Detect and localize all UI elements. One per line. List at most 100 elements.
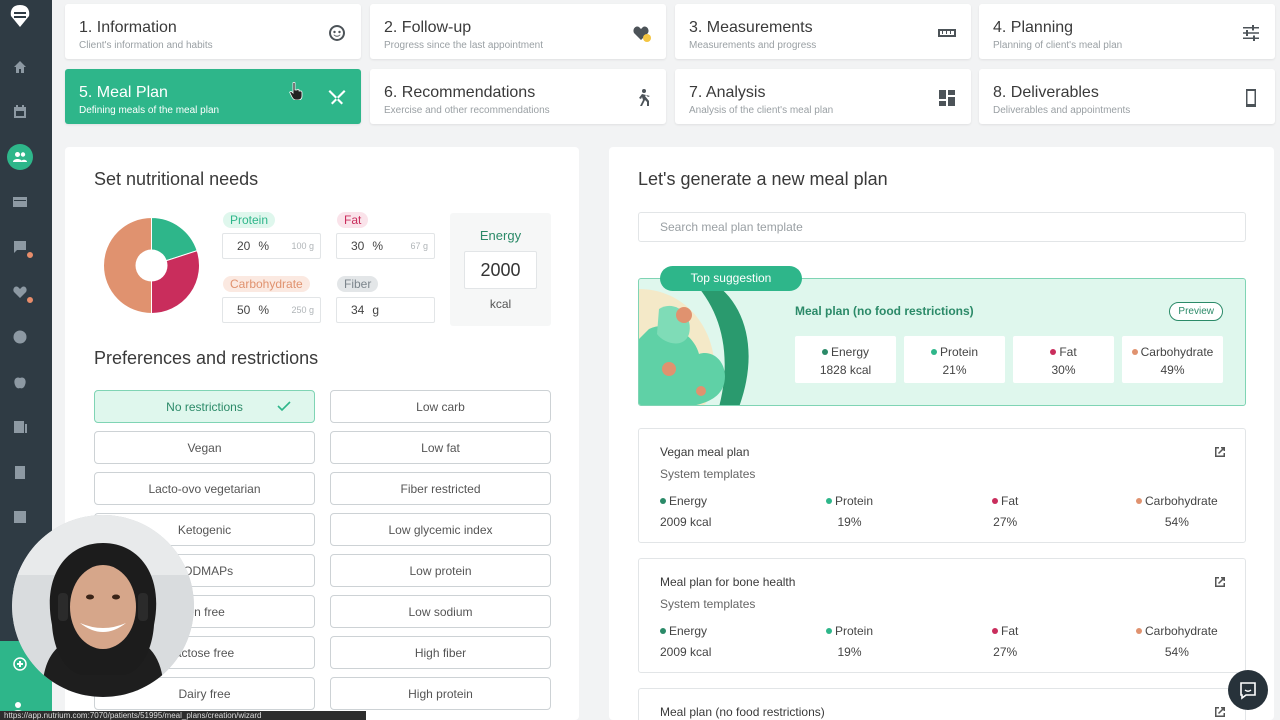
favorites-icon[interactable] — [10, 282, 35, 305]
step-title: 8. Deliverables — [993, 84, 1099, 101]
pref-low-glycemic-index[interactable]: Low glycemic index — [330, 513, 551, 546]
stat-value: 27% — [993, 515, 1018, 529]
pref-low-carb[interactable]: Low carb — [330, 390, 551, 423]
open-external-icon[interactable] — [1213, 445, 1227, 459]
step-subtitle: Progress since the last appointment — [384, 40, 543, 51]
stat-label: Energy — [669, 494, 708, 508]
document-icon[interactable] — [10, 507, 30, 527]
pref-high-fiber[interactable]: High fiber — [330, 636, 551, 669]
globe-icon[interactable] — [10, 327, 30, 347]
stat-label: Carbohydrate — [1140, 345, 1214, 359]
plan-stat-carbohydrate: Carbohydrate 54% — [1136, 621, 1218, 663]
protein-dot-icon — [930, 348, 937, 355]
calendar-icon[interactable] — [10, 102, 30, 122]
carbohydrate-dot-icon — [1131, 348, 1138, 355]
pref-label: Fiber restricted — [400, 481, 481, 496]
protein-grams: 100 g — [291, 241, 314, 251]
stat-label: Protein — [939, 345, 979, 359]
carbohydrate-label: Carbohydrate — [223, 276, 310, 292]
step-meal-plan[interactable]: 5. Meal Plan Defining meals of the meal … — [65, 69, 361, 124]
plan-card-bone-health[interactable]: Meal plan for bone health System templat… — [638, 558, 1246, 673]
pref-label: Vegan — [187, 440, 222, 455]
stat-value: 54% — [1164, 645, 1189, 659]
protein-dot-icon — [826, 627, 832, 634]
apple-icon[interactable] — [10, 372, 30, 392]
pref-low-fat[interactable]: Low fat — [330, 431, 551, 464]
phone-icon — [1240, 87, 1262, 109]
pref-label: Low glycemic index — [388, 522, 493, 537]
stat-value: 2009 kcal — [660, 645, 712, 659]
step-information[interactable]: 1. Information Client's information and … — [65, 4, 361, 59]
pref-no-restrictions[interactable]: No restrictions — [94, 390, 315, 423]
chat-icon — [1240, 682, 1256, 700]
energy-dot-icon — [660, 497, 666, 504]
home-icon[interactable] — [10, 57, 30, 77]
protein-input[interactable]: 20 % 100 g — [222, 233, 321, 259]
pref-label: Low protein — [409, 563, 472, 578]
plan-card-no-restrictions[interactable]: Meal plan (no food restrictions) — [638, 688, 1246, 720]
meal-plan-title: Let's generate a new meal plan — [638, 169, 888, 189]
nutrition-title: Set nutritional needs — [94, 169, 259, 189]
stat-label: Protein — [835, 624, 874, 638]
step-title: 1. Information — [79, 19, 177, 36]
plan-stat-energy: Energy 2009 kcal — [660, 621, 711, 663]
preferences-title: Preferences and restrictions — [94, 348, 319, 368]
fiber-unit: g — [372, 303, 380, 317]
fiber-input[interactable]: 34 g — [336, 297, 435, 323]
clipboard-icon[interactable] — [10, 462, 30, 482]
carbohydrate-dot-icon — [1136, 497, 1142, 504]
open-external-icon[interactable] — [1213, 705, 1227, 719]
messages-icon[interactable] — [10, 237, 35, 260]
pref-lacto-ovo-vegetarian[interactable]: Lacto-ovo vegetarian — [94, 472, 315, 505]
plan-card-vegan[interactable]: Vegan meal plan System templates Energy 2… — [638, 428, 1246, 543]
search-input[interactable]: Search meal plan template — [638, 212, 1246, 242]
stat-label: Fat — [1001, 494, 1019, 508]
percent-unit: % — [258, 239, 270, 253]
step-analysis[interactable]: 7. Analysis Analysis of the client's mea… — [675, 69, 971, 124]
pref-label: Dairy free — [178, 686, 231, 701]
stat-value: 1828 kcal — [819, 363, 872, 377]
pref-low-protein[interactable]: Low protein — [330, 554, 551, 587]
fat-grams: 67 g — [410, 241, 428, 251]
card-icon[interactable] — [10, 192, 30, 212]
energy-dot-icon — [821, 348, 828, 355]
ruler-icon — [936, 22, 958, 44]
open-external-icon[interactable] — [1213, 575, 1227, 589]
fat-dot-icon — [1050, 348, 1057, 355]
recipes-icon[interactable] — [10, 417, 30, 437]
pref-low-sodium[interactable]: Low sodium — [330, 595, 551, 628]
chat-button[interactable] — [1228, 670, 1268, 710]
pref-label: Low fat — [421, 440, 460, 455]
nutrium-logo-icon[interactable] — [6, 2, 34, 30]
step-recommendations[interactable]: 6. Recommendations Exercise and other re… — [370, 69, 666, 124]
webcam-overlay — [12, 515, 194, 697]
pref-high-protein[interactable]: High protein — [330, 677, 551, 710]
energy-input[interactable]: 2000 — [464, 251, 537, 289]
step-subtitle: Measurements and progress — [689, 40, 817, 51]
step-deliverables[interactable]: 8. Deliverables Deliverables and appoint… — [979, 69, 1275, 124]
clients-icon[interactable] — [7, 144, 33, 170]
top-suggestion-badge: Top suggestion — [660, 266, 802, 291]
pref-vegan[interactable]: Vegan — [94, 431, 315, 464]
step-planning[interactable]: 4. Planning Planning of client's meal pl… — [979, 4, 1275, 59]
step-subtitle: Client's information and habits — [79, 40, 213, 51]
carbohydrate-grams: 250 g — [291, 305, 314, 315]
stat-value: 2009 kcal — [660, 515, 712, 529]
top-plan-name: Meal plan (no food restrictions) — [795, 304, 974, 318]
preview-button[interactable]: Preview — [1169, 302, 1223, 321]
mouse-cursor-icon — [289, 81, 303, 101]
energy-box: Energy 2000 kcal — [450, 213, 551, 326]
stat-value: 54% — [1164, 515, 1189, 529]
top-suggestion-card[interactable]: Meal plan (no food restrictions) Preview… — [638, 278, 1246, 406]
step-follow-up[interactable]: 2. Follow-up Progress since the last app… — [370, 4, 666, 59]
pref-label: High fiber — [414, 645, 467, 660]
stat-label: Energy — [830, 345, 870, 359]
fat-input[interactable]: 30 % 67 g — [336, 233, 435, 259]
carbohydrate-input[interactable]: 50 % 250 g — [222, 297, 321, 323]
stat-value: 49% — [1160, 363, 1185, 377]
heart-icon — [631, 22, 653, 44]
step-measurements[interactable]: 3. Measurements Measurements and progres… — [675, 4, 971, 59]
plan-name: Vegan meal plan — [660, 445, 750, 459]
fiber-label: Fiber — [337, 276, 379, 292]
pref-fiber-restricted[interactable]: Fiber restricted — [330, 472, 551, 505]
